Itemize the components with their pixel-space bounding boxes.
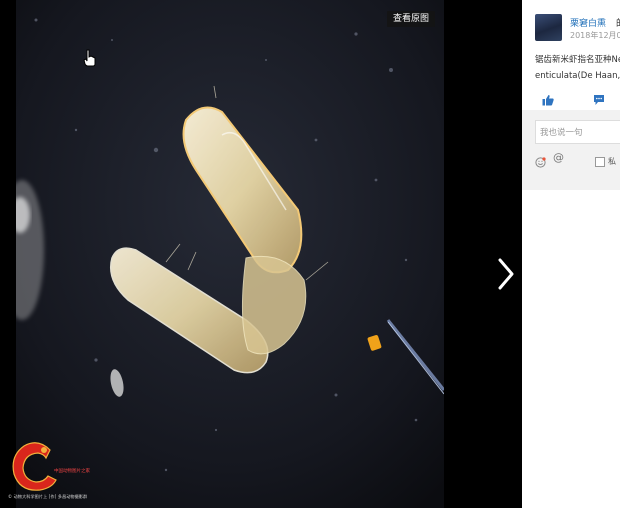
post-actions — [522, 82, 620, 111]
watermark-caption: © 动物大科学图片上 [作] 多昌动物摄影群 — [8, 494, 88, 499]
smiley-icon — [535, 157, 546, 168]
watermark: 中国动物图片之家 © 动物大科学图片上 [作] 多昌动物摄影群 — [8, 438, 128, 508]
post-text-line-1: 锯齿新米虾指名亚种Ne — [535, 55, 620, 65]
comment-area: 我也说一句 @ 私 — [522, 110, 620, 190]
mention-button[interactable]: @ — [553, 151, 564, 164]
user-name-link[interactable]: 栗窘白熏 — [570, 16, 606, 29]
private-label: 私 — [608, 157, 616, 166]
chevron-right-icon — [498, 258, 514, 290]
photo-viewer: 查看原图 中国动物图片之家 © 动物大科学图片上 [作] 多昌动物摄影群 — [0, 0, 522, 508]
like-button[interactable] — [542, 91, 554, 106]
thumbs-up-icon — [542, 95, 554, 106]
comment-input[interactable]: 我也说一句 — [535, 120, 620, 144]
shrimp-leg-photo — [16, 0, 444, 508]
post-header: 栗窘白熏 的 2 2018年12月0 — [535, 14, 620, 44]
photo-image — [16, 0, 444, 508]
post-side-panel: 栗窘白熏 的 2 2018年12月0 锯齿新米虾指名亚种Ne enticulat… — [522, 0, 620, 508]
comment-bubble-icon — [594, 95, 604, 105]
post-description: 锯齿新米虾指名亚种Ne enticulata(De Haan,18 — [535, 52, 620, 84]
emoji-button[interactable] — [535, 153, 546, 168]
view-original-button[interactable]: 查看原图 — [387, 11, 435, 27]
post-date: 2018年12月0 — [570, 31, 620, 40]
hand-pointer-icon — [83, 49, 97, 67]
private-checkbox[interactable] — [595, 157, 605, 167]
avatar[interactable] — [535, 14, 562, 41]
watermark-title: 中国动物图片之家 — [54, 469, 90, 474]
next-photo-button[interactable] — [492, 254, 520, 294]
comment-button[interactable] — [593, 91, 605, 105]
user-name-suffix: 的 2 — [616, 16, 620, 29]
